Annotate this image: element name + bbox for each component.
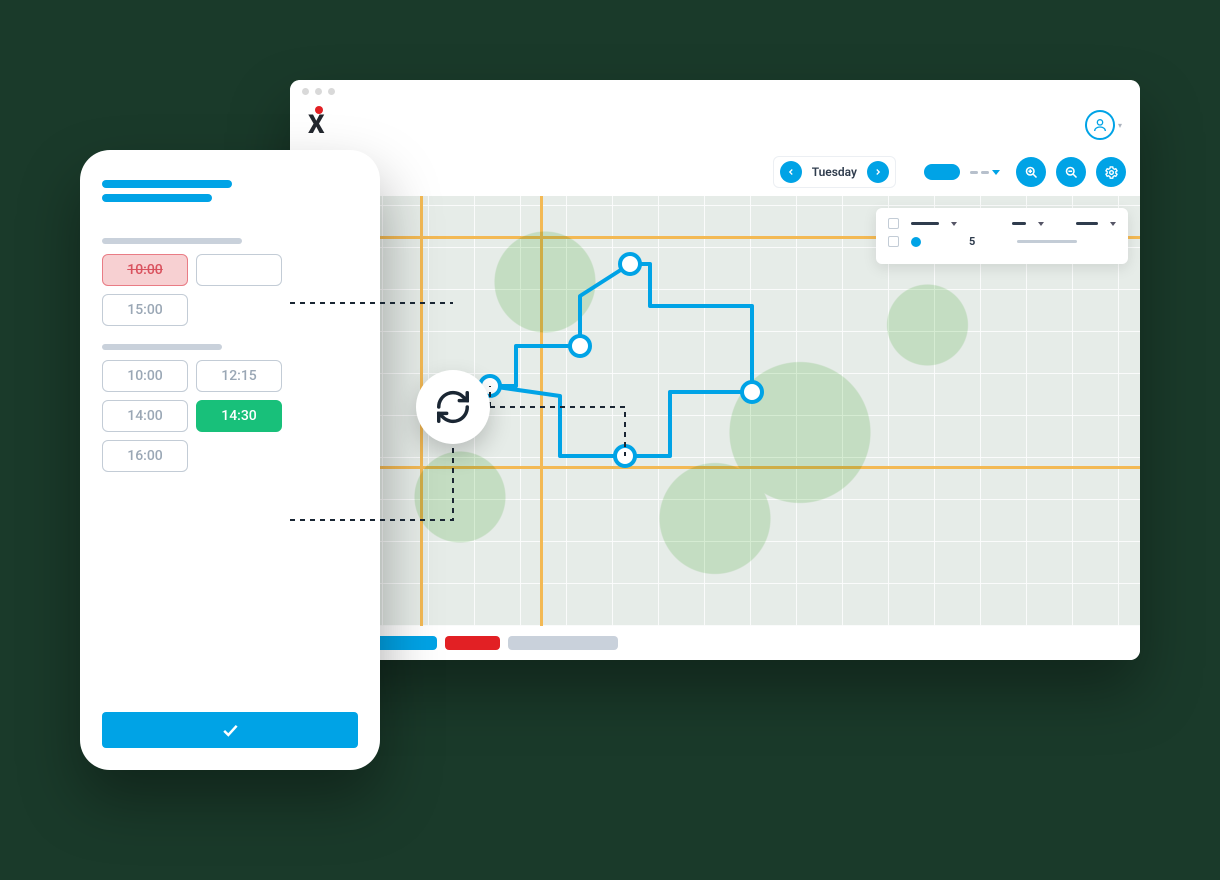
- legend-bar-icon: [1012, 222, 1026, 225]
- prev-day-button[interactable]: [780, 161, 802, 183]
- slot-group-2: 10:00 12:15 14:00 14:30 16:00: [102, 360, 358, 472]
- chip-blue[interactable]: [372, 636, 437, 650]
- mobile-phone-mock: 10:00 12:15 15:00 10:00 12:15 14:00 14:3…: [80, 150, 380, 770]
- traffic-light-dot: [302, 88, 309, 95]
- time-slot-selected[interactable]: 14:30: [196, 400, 282, 432]
- time-slot[interactable]: 12:15: [196, 360, 282, 392]
- day-picker: Tuesday: [773, 156, 896, 188]
- filter-group: [924, 164, 1000, 180]
- app-logo: X: [308, 110, 330, 140]
- topbar: X ▾: [290, 102, 1140, 148]
- legend-checkbox[interactable]: [888, 218, 899, 229]
- legend-bar-icon: [1076, 222, 1098, 225]
- day-label: Tuesday: [812, 165, 857, 179]
- window-titlebar: [290, 80, 1140, 102]
- time-slot[interactable]: 12:15: [196, 254, 282, 286]
- traffic-light-dot: [328, 88, 335, 95]
- traffic-light-dot: [315, 88, 322, 95]
- legend-greybar-icon: [1017, 240, 1077, 243]
- legend-checkbox[interactable]: [888, 236, 899, 247]
- category-chips: [290, 626, 1140, 660]
- legend-route-dot-icon: [911, 237, 921, 247]
- slot-group-1: 10:00 12:15 15:00: [102, 254, 358, 326]
- user-avatar[interactable]: [1085, 110, 1115, 140]
- settings-button[interactable]: [1096, 157, 1126, 187]
- sync-icon: [416, 370, 490, 444]
- time-slot-cancelled[interactable]: 10:00: [102, 254, 188, 286]
- section-label: [102, 238, 242, 244]
- route-legend: 5: [876, 208, 1128, 264]
- filter-dropdown[interactable]: [970, 170, 1000, 175]
- time-slot[interactable]: 10:00: [102, 360, 188, 392]
- desktop-window: X ▾ Tuesday: [290, 80, 1140, 660]
- legend-bar-icon: [911, 222, 939, 225]
- zoom-out-button[interactable]: [1056, 157, 1086, 187]
- phone-title: [102, 180, 358, 202]
- next-day-button[interactable]: [867, 161, 889, 183]
- section-label: [102, 344, 222, 350]
- chip-grey[interactable]: [508, 636, 618, 650]
- title-bar: [102, 180, 232, 188]
- chip-red[interactable]: [445, 636, 500, 650]
- toolbar: Tuesday: [290, 148, 1140, 196]
- legend-count: 5: [969, 235, 975, 248]
- confirm-button[interactable]: [102, 712, 358, 748]
- time-slot[interactable]: 14:00: [102, 400, 188, 432]
- time-slot[interactable]: 16:00: [102, 440, 188, 472]
- logo-dot: [315, 106, 323, 114]
- avatar-caret-icon[interactable]: ▾: [1118, 121, 1122, 130]
- filter-pill[interactable]: [924, 164, 960, 180]
- time-slot[interactable]: 15:00: [102, 294, 188, 326]
- zoom-in-button[interactable]: [1016, 157, 1046, 187]
- subtitle-bar: [102, 194, 212, 202]
